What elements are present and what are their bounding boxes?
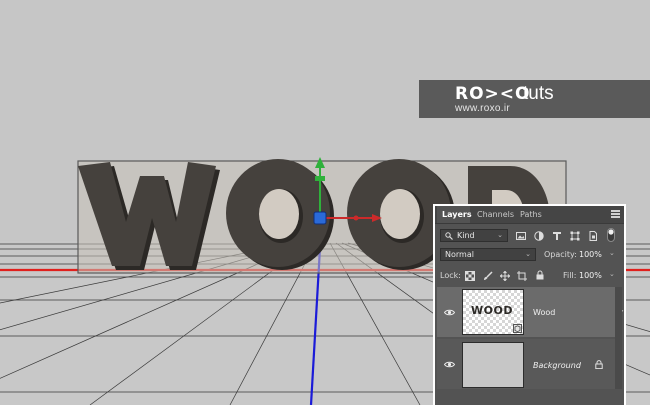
shape-layer-filter-icon[interactable] [570, 231, 580, 241]
3d-layer-badge-icon [513, 324, 522, 333]
watermark-url: www.roxo.ir [455, 103, 510, 114]
opacity-value[interactable]: 100% [579, 250, 602, 259]
watermark-tuts: tuts [523, 83, 554, 104]
adjustment-layer-filter-icon[interactable] [534, 231, 544, 241]
chevron-down-icon: ⌄ [525, 250, 531, 258]
chevron-down-icon: ⌄ [497, 231, 503, 239]
search-icon [445, 232, 453, 240]
blend-row: Normal ⌄ Opacity: 100% ⌄ [435, 247, 624, 263]
layers-scrollbar[interactable] [615, 287, 622, 389]
layer-row-wood[interactable]: WOOD Wood ⌄ [437, 287, 625, 337]
tab-layers[interactable]: Layers [437, 206, 472, 223]
chevron-down-icon[interactable]: ⌄ [609, 270, 615, 278]
fill-label: Fill: [563, 271, 577, 280]
visibility-eye-icon[interactable] [444, 309, 455, 316]
layer-thumbnail-wood: WOOD [462, 289, 524, 335]
filter-kind-label: Kind [457, 231, 475, 240]
layers-panel: Layers Channels Paths Kind ⌄ Normal ⌄ Op… [433, 204, 626, 405]
layer-thumbnail-background [462, 342, 524, 388]
layer-row-background[interactable]: Background [437, 339, 615, 389]
lock-icon [595, 360, 603, 369]
watermark-logo: RO><O [455, 84, 531, 104]
layer-name-wood[interactable]: Wood [533, 308, 555, 317]
tab-channels[interactable]: Channels [472, 206, 514, 223]
filter-kind-dropdown[interactable]: Kind ⌄ [440, 229, 508, 242]
filter-row: Kind ⌄ [435, 228, 624, 244]
type-layer-filter-icon[interactable] [552, 231, 562, 241]
thumbnail-text: WOOD [471, 304, 513, 317]
x-axis-handle [353, 215, 359, 221]
lock-label: Lock: [440, 271, 461, 280]
lock-position-icon[interactable] [500, 271, 510, 281]
canvas-viewport[interactable]: RO><O tuts www.roxo.ir Layers Channels P… [0, 0, 650, 405]
blend-mode-dropdown[interactable]: Normal ⌄ [440, 248, 536, 261]
y-axis-handle [315, 176, 325, 181]
layer-name-background[interactable]: Background [533, 361, 581, 370]
lock-image-pixels-icon[interactable] [483, 271, 493, 281]
opacity-label: Opacity: [544, 250, 577, 259]
blend-mode-value: Normal [445, 250, 474, 259]
lock-transparent-pixels-icon[interactable] [465, 271, 475, 281]
visibility-eye-icon[interactable] [444, 361, 455, 368]
smart-object-filter-icon[interactable] [588, 231, 598, 241]
panel-menu-icon[interactable] [611, 210, 620, 218]
fill-value[interactable]: 100% [579, 271, 602, 280]
gizmo-center [313, 211, 327, 225]
tab-paths[interactable]: Paths [515, 206, 545, 223]
lock-all-icon[interactable] [535, 270, 545, 280]
panel-tab-bar: Layers Channels Paths [435, 206, 624, 224]
lock-row: Lock: Fill: 100% ⌄ [435, 268, 624, 284]
filter-toggle-icon[interactable] [607, 228, 615, 242]
pixel-layer-filter-icon[interactable] [516, 231, 526, 241]
watermark-banner: RO><O tuts www.roxo.ir [419, 80, 650, 118]
lock-artboard-icon[interactable] [517, 271, 527, 281]
chevron-down-icon[interactable]: ⌄ [609, 249, 615, 257]
